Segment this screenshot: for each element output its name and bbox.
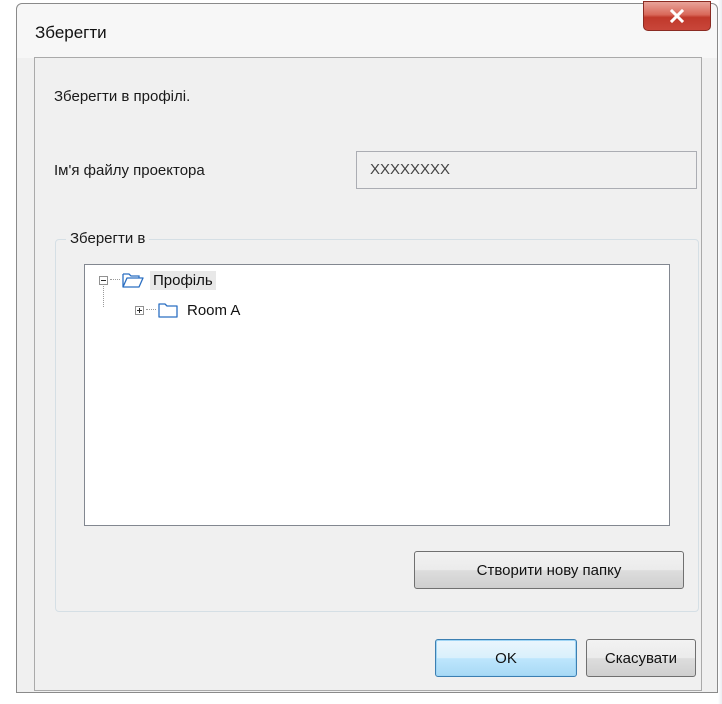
save-location-legend: Зберегти в: [66, 230, 150, 247]
instruction-text: Зберегти в профілі.: [54, 88, 191, 105]
close-button[interactable]: [643, 1, 711, 31]
folder-icon: [158, 303, 178, 318]
title-bar[interactable]: Зберегти: [17, 1, 717, 58]
cancel-button[interactable]: Скасувати: [586, 639, 696, 677]
projector-filename-label: Ім'я файлу проектора: [54, 162, 205, 179]
save-dialog-window: Зберегти Зберегти в профілі. Ім'я файлу …: [16, 1, 718, 693]
folder-tree[interactable]: Профіль Room A: [84, 264, 670, 526]
close-icon: [669, 9, 685, 23]
ok-button[interactable]: OK: [435, 639, 577, 677]
collapse-toggle-icon[interactable]: [99, 275, 108, 285]
projector-filename-field[interactable]: XXXXXXXX: [356, 151, 697, 189]
expand-toggle-icon[interactable]: [135, 305, 144, 315]
window-edge: [718, 0, 722, 704]
dialog-client-area: Зберегти в профілі. Ім'я файлу проектора…: [34, 57, 702, 691]
tree-node-label[interactable]: Профіль: [150, 270, 216, 290]
tree-connector: [146, 309, 156, 311]
tree-node-label[interactable]: Room A: [184, 301, 243, 320]
window-title: Зберегти: [35, 23, 107, 42]
create-new-folder-button[interactable]: Створити нову папку: [414, 551, 684, 589]
tree-node-profile[interactable]: Профіль: [99, 269, 216, 291]
tree-node-room-a[interactable]: Room A: [135, 299, 243, 321]
folder-open-icon: [122, 273, 144, 288]
tree-connector: [110, 279, 120, 281]
